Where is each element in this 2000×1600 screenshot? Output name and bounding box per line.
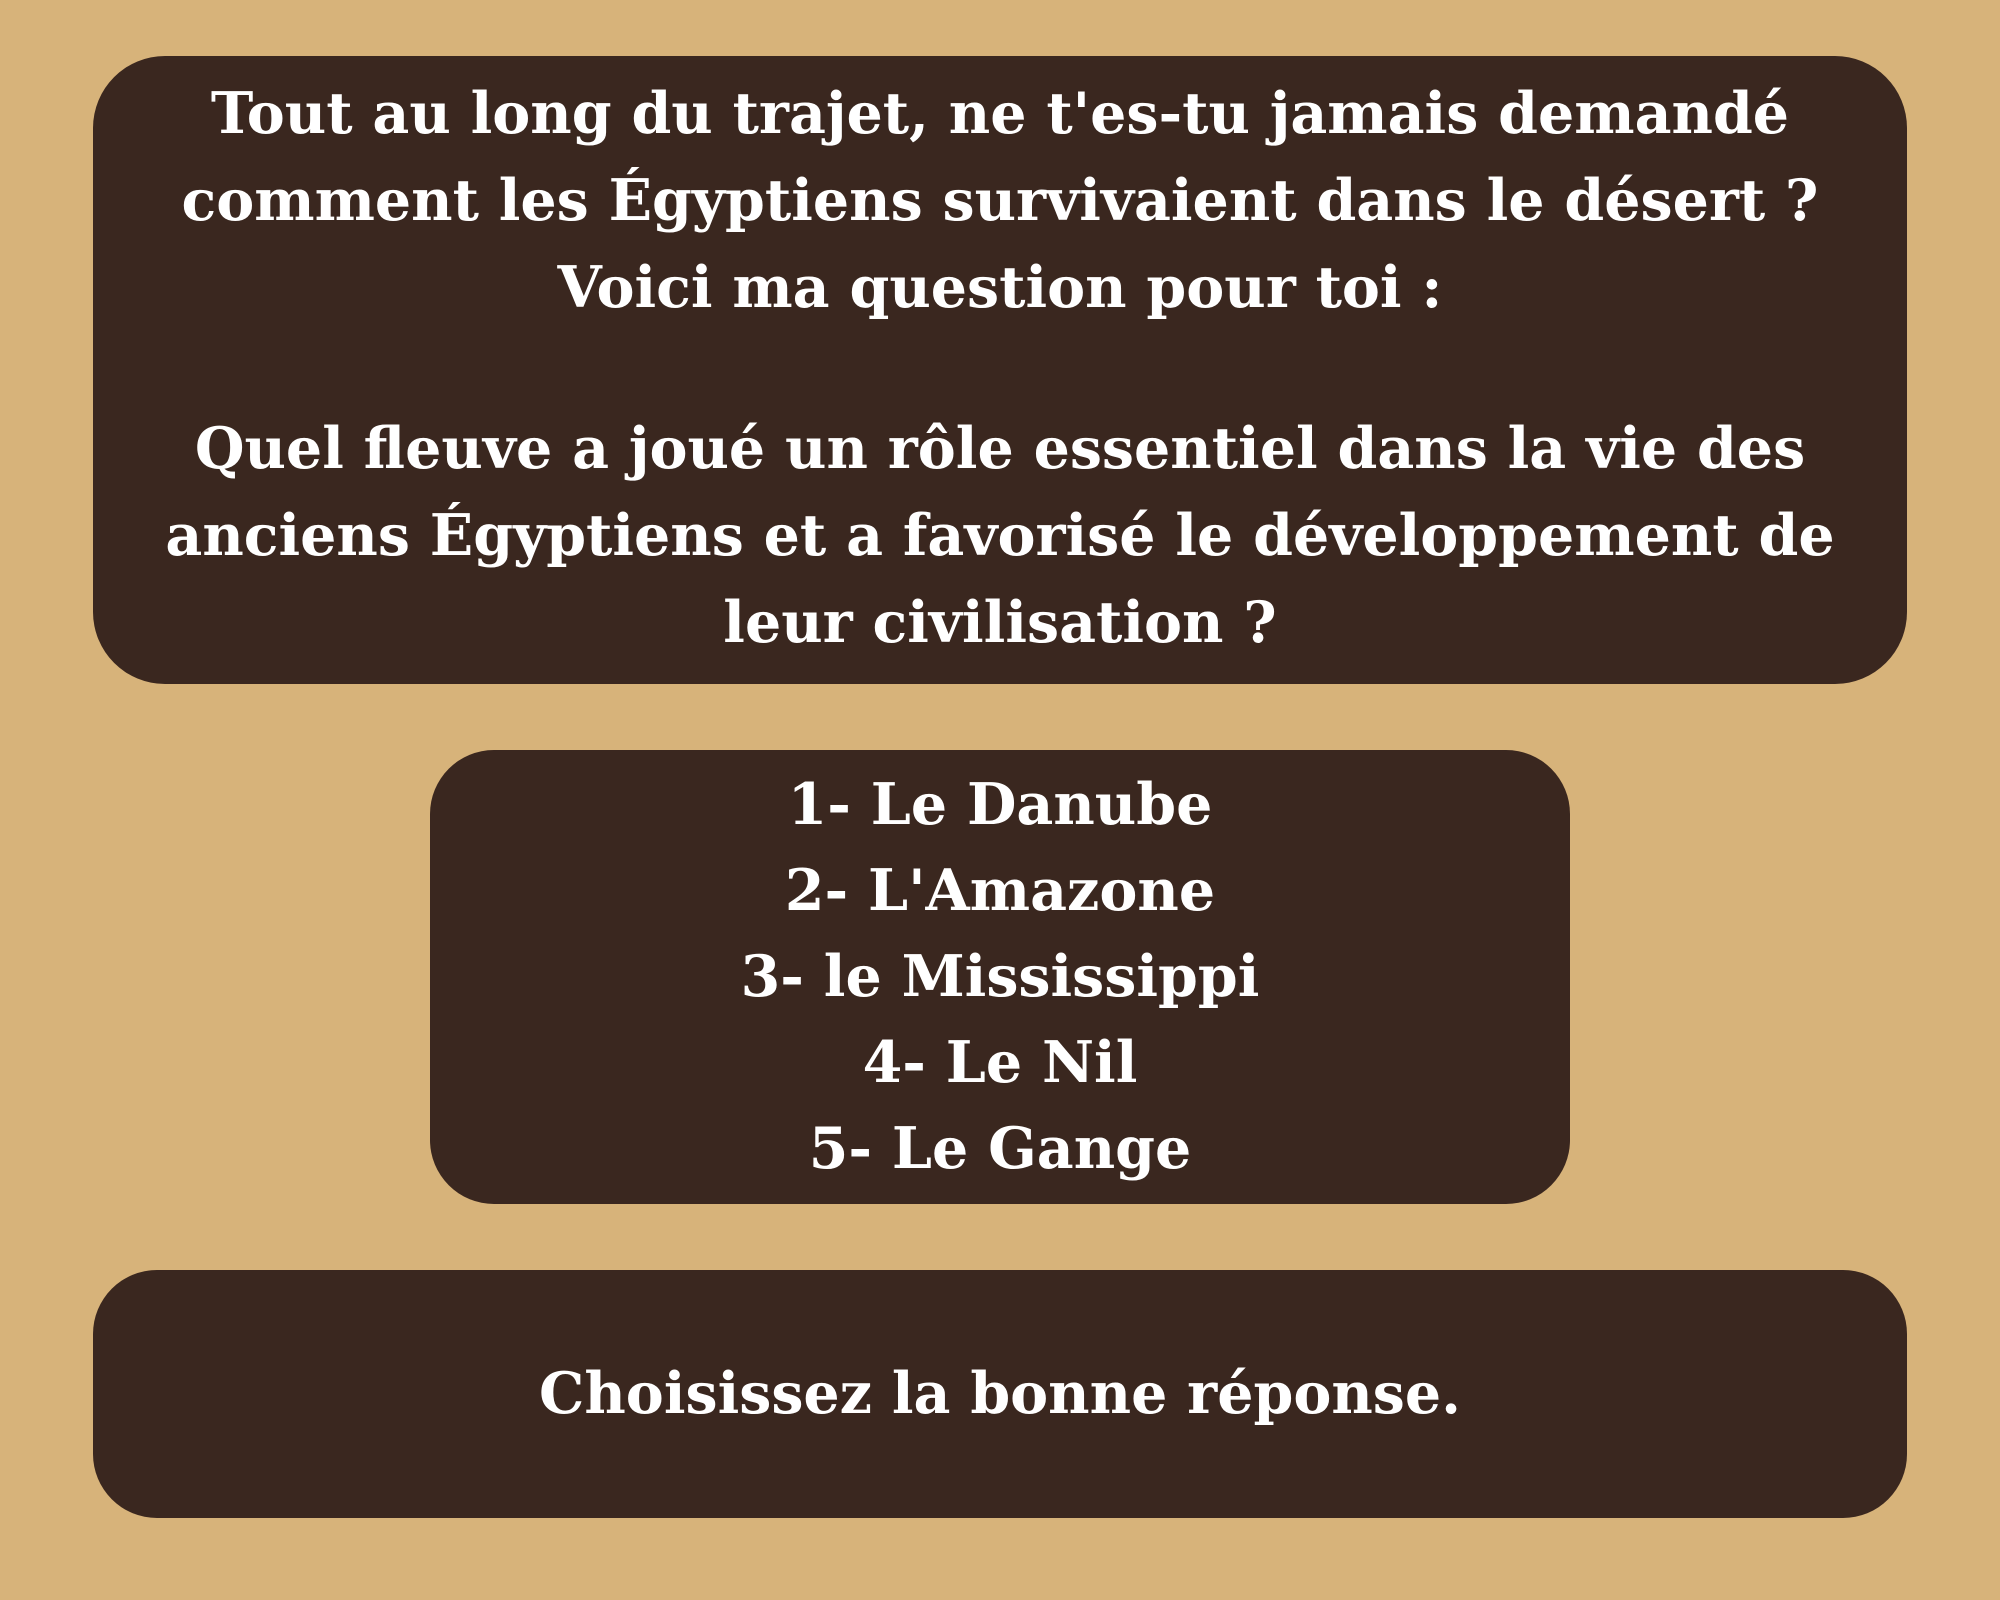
- answer-option-2[interactable]: 2- L'Amazone: [785, 848, 1215, 934]
- question-text: Quel fleuve a joué un rôle essentiel dan…: [165, 415, 1835, 656]
- answer-option-3[interactable]: 3- le Mississippi: [741, 934, 1260, 1020]
- answer-option-1[interactable]: 1- Le Danube: [788, 762, 1213, 848]
- instruction-text: Choisissez la bonne réponse.: [539, 1360, 1461, 1427]
- instruction-panel: Choisissez la bonne réponse.: [93, 1270, 1907, 1518]
- answer-options-panel: 1- Le Danube 2- L'Amazone 3- le Mississi…: [430, 750, 1570, 1204]
- answer-option-5[interactable]: 5- Le Gange: [809, 1106, 1192, 1192]
- question-panel: Tout au long du trajet, ne t'es-tu jamai…: [93, 56, 1907, 684]
- answer-option-4[interactable]: 4- Le Nil: [863, 1020, 1138, 1106]
- intro-text: Tout au long du trajet, ne t'es-tu jamai…: [181, 80, 1819, 321]
